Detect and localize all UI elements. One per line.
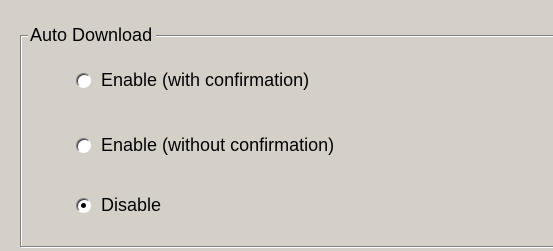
radio-dot-icon	[81, 202, 86, 208]
radio-enable-with-confirmation[interactable]: Enable (with confirmation)	[76, 68, 309, 92]
radio-label[interactable]: Enable (with confirmation)	[101, 69, 309, 91]
radio-button-icon[interactable]	[76, 137, 91, 153]
radio-button-selected-icon[interactable]	[76, 197, 91, 213]
auto-download-group-title: Auto Download	[28, 24, 157, 46]
radio-button-icon[interactable]	[76, 72, 91, 88]
radio-disable[interactable]: Disable	[76, 193, 161, 217]
radio-label[interactable]: Enable (without confirmation)	[101, 134, 334, 156]
radio-label[interactable]: Disable	[101, 194, 161, 216]
radio-enable-without-confirmation[interactable]: Enable (without confirmation)	[76, 133, 334, 157]
